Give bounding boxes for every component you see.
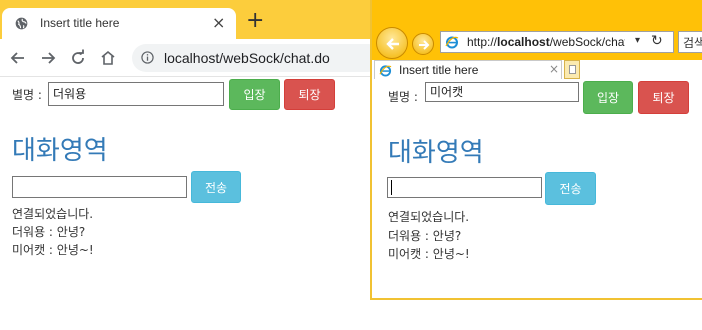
internet-explorer-icon: [379, 65, 392, 77]
nickname-label: 별명 :: [12, 88, 42, 102]
nickname-input[interactable]: 더워용: [48, 82, 224, 106]
chat-message: 미어캣 : 안녕~!: [388, 247, 470, 261]
ie-tab-title: Insert title here: [399, 63, 479, 77]
info-icon[interactable]: [141, 51, 154, 64]
new-tab-icon[interactable]: [564, 60, 580, 79]
forward-arrow-icon[interactable]: [38, 48, 58, 68]
ie-back-button[interactable]: [376, 27, 408, 59]
ie-forward-button[interactable]: [412, 33, 434, 55]
ie-tab[interactable]: Insert title here ×: [374, 60, 562, 79]
chat-area-heading: 대화영역: [12, 136, 108, 166]
enter-button[interactable]: 입장: [229, 79, 280, 110]
ie-tab-close-icon[interactable]: ×: [549, 62, 559, 76]
message-input[interactable]: [387, 177, 542, 198]
chat-area-heading: 대화영역: [388, 138, 484, 168]
ie-url-host: localhost: [497, 35, 550, 49]
nickname-input[interactable]: 미어캣: [425, 82, 579, 102]
ie-url-path: /webSock/chat.c: [549, 35, 625, 49]
ie-address-url: http://localhost/webSock/chat.c: [467, 35, 625, 49]
chat-message: 미어캣 : 안녕~!: [12, 243, 94, 257]
send-button[interactable]: 전송: [545, 172, 596, 205]
ie-address-bar[interactable]: http://localhost/webSock/chat.c ▾ ↻: [440, 31, 674, 53]
ie-tabrow: Insert title here ×: [372, 60, 702, 80]
url-path: /webSock/chat.do: [219, 50, 330, 66]
chat-message: 더워용 : 안녕?: [388, 229, 462, 243]
nickname-label: 별명 :: [388, 90, 418, 104]
address-bar[interactable]: localhost/webSock/chat.do: [132, 44, 382, 72]
ie-window: http://localhost/webSock/chat.c ▾ ↻ 검색 I…: [370, 0, 702, 300]
chrome-tab-close-icon[interactable]: ×: [212, 13, 225, 32]
chrome-toolbar: localhost/webSock/chat.do: [0, 39, 382, 77]
ie-url-prefix: http://: [467, 35, 498, 49]
home-icon[interactable]: [98, 48, 118, 68]
back-arrow-icon[interactable]: [8, 48, 28, 68]
back-arrow-icon: [386, 38, 399, 50]
chat-message: 연결되었습니다.: [388, 210, 470, 224]
globe-icon: [15, 17, 28, 30]
address-url: localhost/webSock/chat.do: [164, 50, 330, 66]
ie-address-dropdown-icon[interactable]: ▾: [635, 35, 640, 46]
enter-button[interactable]: 입장: [583, 81, 633, 114]
chat-message: 더워용 : 안녕?: [12, 225, 86, 239]
text-caret: [391, 180, 392, 195]
chrome-window: Insert title here × + localhost/webSock/…: [0, 0, 382, 330]
new-tab-button[interactable]: +: [246, 10, 264, 32]
reload-icon[interactable]: [68, 48, 88, 68]
chrome-tab[interactable]: Insert title here ×: [2, 8, 236, 39]
chrome-tab-title: Insert title here: [40, 16, 120, 30]
internet-explorer-icon: [445, 36, 459, 49]
send-button[interactable]: 전송: [191, 171, 241, 203]
ie-toolbar: http://localhost/webSock/chat.c ▾ ↻ 검색: [372, 0, 702, 60]
message-input[interactable]: [12, 176, 187, 198]
exit-button[interactable]: 퇴장: [638, 81, 689, 114]
forward-arrow-icon: [419, 40, 430, 50]
ie-search-box[interactable]: 검색: [678, 31, 702, 53]
ie-refresh-icon[interactable]: ↻: [651, 33, 663, 49]
exit-button[interactable]: 퇴장: [284, 79, 335, 110]
url-host: localhost: [164, 50, 220, 66]
chat-message: 연결되었습니다.: [12, 207, 94, 221]
chrome-tabstrip: Insert title here × +: [0, 0, 372, 39]
